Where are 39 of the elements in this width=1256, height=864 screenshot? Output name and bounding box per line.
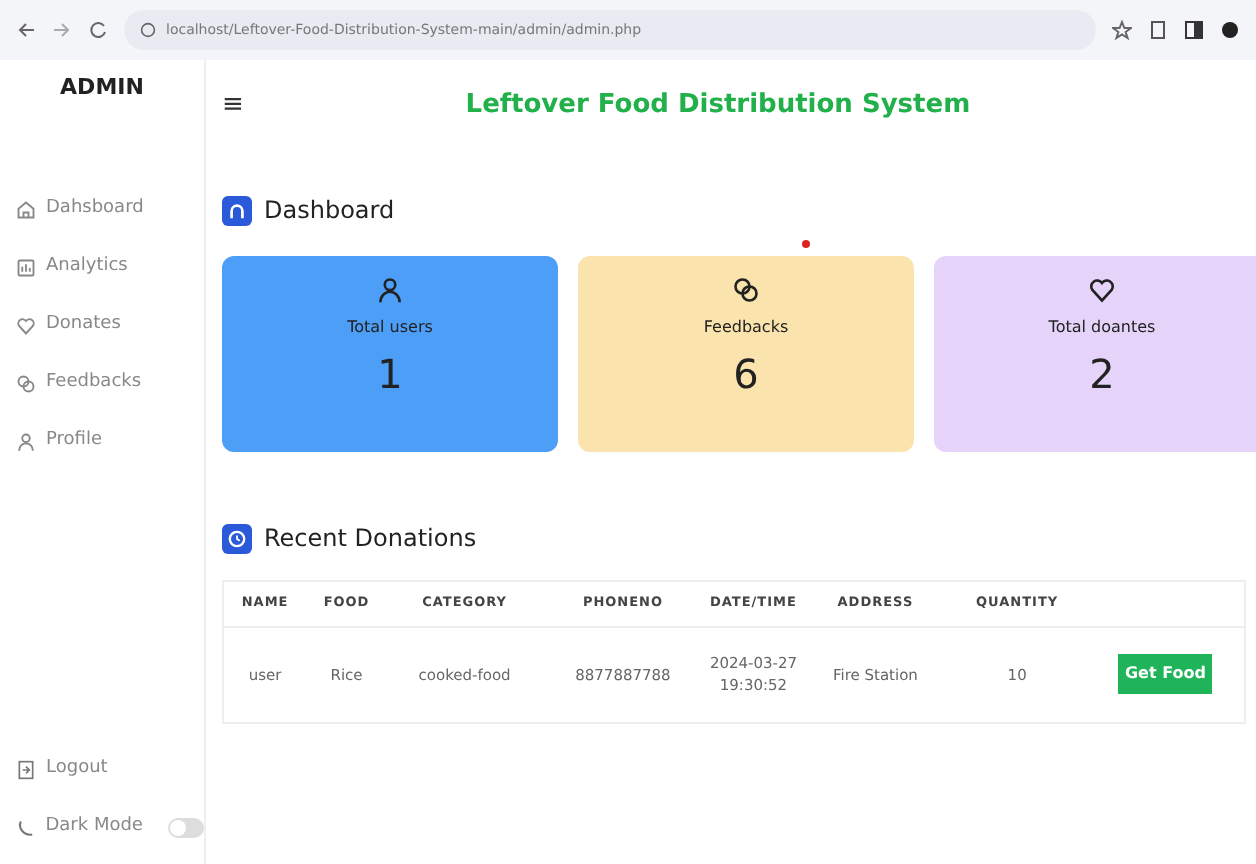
- get-food-button[interactable]: Get Food: [1118, 654, 1212, 695]
- stat-value: 1: [377, 348, 403, 402]
- home-icon: [16, 200, 36, 220]
- clock-icon: [222, 523, 252, 553]
- sidebar-item[interactable]: Analytics: [16, 239, 204, 297]
- chat-icon: [732, 276, 760, 304]
- notification-dot: [802, 240, 810, 248]
- user-icon: [376, 276, 404, 304]
- logout-item[interactable]: Logout: [16, 740, 204, 798]
- star-icon[interactable]: [1112, 20, 1132, 40]
- sidebar-item[interactable]: Donates: [16, 297, 204, 355]
- stat-label: Total doantes: [1048, 316, 1156, 340]
- menu-icon[interactable]: ≡: [222, 86, 244, 126]
- profile-icon[interactable]: [1220, 20, 1240, 40]
- heart-icon: [16, 316, 36, 336]
- dark-mode-toggle[interactable]: [168, 817, 204, 837]
- stat-label: Total users: [347, 316, 433, 340]
- dark-mode-label: Dark Mode: [45, 813, 143, 840]
- back-icon[interactable]: [16, 20, 36, 40]
- sidebar-item[interactable]: Feedbacks: [16, 355, 204, 413]
- sidebar-item[interactable]: Profile: [16, 413, 204, 471]
- page-title: Leftover Food Distribution System: [465, 88, 971, 125]
- chat-icon: [16, 374, 36, 394]
- stat-label: Feedbacks: [703, 316, 789, 340]
- reload-icon[interactable]: [88, 20, 108, 40]
- stat-value: 6: [733, 348, 759, 402]
- stat-value: 2: [1089, 348, 1115, 402]
- sidebar-title: ADMIN: [60, 72, 144, 104]
- section-title: Dashboard: [264, 194, 395, 228]
- chart-icon: [16, 258, 36, 278]
- logout-icon[interactable]: [16, 759, 36, 779]
- sidebar-icon[interactable]: [1184, 20, 1204, 40]
- sidebar-item[interactable]: Dahsboard: [16, 181, 204, 239]
- section-title: Recent Donations: [264, 522, 477, 556]
- user-icon: [16, 432, 36, 452]
- extensions-icon[interactable]: [1148, 20, 1168, 40]
- dashboard-icon: [222, 195, 252, 225]
- heart-icon: [1088, 276, 1116, 304]
- site-info-icon[interactable]: [140, 22, 156, 38]
